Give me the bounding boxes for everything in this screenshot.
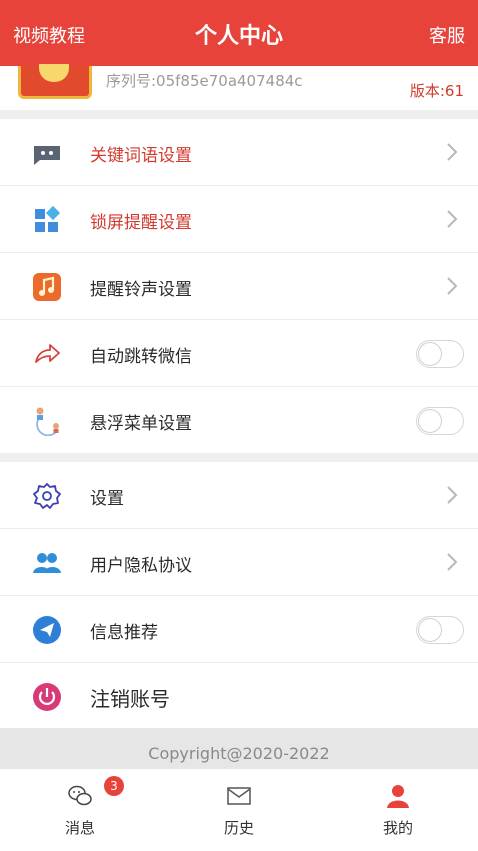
tab-messages[interactable]: 3 消息 [20, 769, 140, 851]
paper-plane-icon [33, 616, 61, 644]
chevron-right-icon [447, 143, 458, 161]
gear-icon [33, 483, 61, 509]
tab-label: 我的 [382, 819, 413, 837]
tab-mine[interactable]: 我的 [338, 769, 458, 851]
info-recommend-label: 信息推荐 [90, 623, 158, 643]
ringtone-settings-label: 提醒铃声设置 [90, 280, 192, 300]
cancel-account-label: 注销账号 [90, 687, 170, 711]
avatar [18, 64, 92, 99]
tab-label: 历史 [223, 819, 254, 837]
person-icon [387, 785, 409, 808]
message-badge: 3 [104, 776, 124, 796]
top-bar: 视频教程 个人中心 客服 [0, 0, 478, 66]
lockscreen-reminder-row[interactable]: 锁屏提醒设置 [0, 186, 478, 253]
cancel-account-row[interactable]: 注销账号 [0, 663, 478, 729]
customer-service-link[interactable]: 客服 [429, 22, 465, 48]
version-label: 版本:61 [409, 82, 464, 100]
floating-menu-row: 悬浮菜单设置 [0, 387, 478, 453]
mail-icon [227, 787, 251, 805]
auto-jump-wechat-label: 自动跳转微信 [90, 347, 192, 367]
privacy-agreement-label: 用户隐私协议 [90, 556, 192, 576]
info-recommend-toggle[interactable] [416, 616, 464, 644]
copyright-text: Copyright@2020-2022 [0, 728, 478, 768]
floating-menu-label: 悬浮菜单设置 [90, 414, 192, 434]
share-arrow-icon [35, 344, 60, 363]
info-recommend-row: 信息推荐 [0, 596, 478, 663]
profile-section: 序列号:05f85e70a407484c 版本:61 [0, 64, 478, 110]
keyword-settings-label: 关键词语设置 [90, 146, 192, 166]
settings-row[interactable]: 设置 [0, 462, 478, 529]
music-note-icon [33, 273, 61, 301]
bottom-tab-bar: 3 消息 历史 我的 [0, 768, 478, 851]
chevron-right-icon [447, 210, 458, 228]
settings-group-2: 设置 用户隐私协议 信息推荐 注销账号 [0, 462, 478, 729]
floating-people-icon [36, 407, 59, 436]
wechat-icon [68, 785, 92, 806]
lockscreen-reminder-label: 锁屏提醒设置 [90, 213, 192, 233]
floating-menu-toggle[interactable] [416, 407, 464, 435]
chevron-right-icon [447, 486, 458, 504]
page-title: 个人中心 [194, 24, 283, 49]
users-icon [33, 553, 61, 573]
tab-label: 消息 [64, 819, 95, 837]
grid-apps-icon [35, 205, 61, 232]
tab-history[interactable]: 历史 [179, 769, 299, 851]
power-icon [33, 683, 61, 711]
chat-bubble-icon [34, 146, 60, 165]
chevron-right-icon [447, 277, 458, 295]
settings-group-1: 关键词语设置 锁屏提醒设置 提醒铃声设置 自动跳转微信 悬浮菜单设置 [0, 119, 478, 453]
auto-jump-wechat-toggle[interactable] [416, 340, 464, 368]
chevron-right-icon [447, 553, 458, 571]
keyword-settings-row[interactable]: 关键词语设置 [0, 119, 478, 186]
ringtone-settings-row[interactable]: 提醒铃声设置 [0, 253, 478, 320]
serial-number: 序列号:05f85e70a407484c [106, 72, 303, 90]
auto-jump-wechat-row: 自动跳转微信 [0, 320, 478, 387]
settings-label: 设置 [90, 489, 124, 509]
privacy-agreement-row[interactable]: 用户隐私协议 [0, 529, 478, 596]
